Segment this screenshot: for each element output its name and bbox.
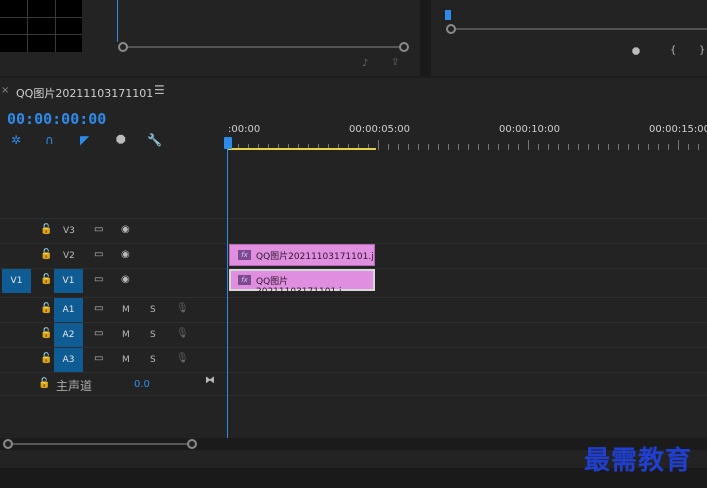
grid-line xyxy=(55,0,56,52)
ruler-label: :00:00 xyxy=(228,124,261,135)
time-ruler[interactable] xyxy=(228,140,707,152)
monitor-preview xyxy=(0,0,82,52)
playhead-line[interactable] xyxy=(227,140,228,438)
track-row-a1: 🔓 A1 ▭ M S 🎙 xyxy=(0,297,707,322)
track-name[interactable]: V3 xyxy=(63,226,75,236)
in-point-icon[interactable]: { xyxy=(670,45,676,56)
source-playhead[interactable] xyxy=(117,0,118,42)
track-row-a2: 🔓 A2 ▭ M S 🎙 xyxy=(0,322,707,347)
source-patch-label: V1 xyxy=(10,276,23,286)
track-name: A2 xyxy=(62,330,75,340)
linked-selection-icon[interactable]: ◤ xyxy=(80,133,89,147)
wrench-icon[interactable]: 🔧 xyxy=(147,133,162,147)
work-area-bar[interactable] xyxy=(228,148,376,150)
clip-v1[interactable]: fx QQ图片20211103171101.j xyxy=(229,269,375,297)
solo-button[interactable]: S xyxy=(150,355,156,365)
export-audio-icon[interactable]: ♪ xyxy=(362,58,368,69)
lock-icon[interactable]: 🔓 xyxy=(40,224,52,235)
track-name[interactable]: V2 xyxy=(63,251,75,261)
film-icon[interactable]: ▭ xyxy=(94,249,103,260)
eye-icon[interactable]: ◉ xyxy=(121,249,130,260)
mute-button[interactable]: M xyxy=(122,305,130,315)
timeline-scrollbar[interactable] xyxy=(8,443,192,445)
playhead-timecode[interactable]: 00:00:00:00 xyxy=(7,110,106,128)
scroll-handle-left[interactable] xyxy=(3,439,13,449)
film-icon[interactable]: ▭ xyxy=(94,303,103,314)
lock-icon[interactable]: 🔓 xyxy=(40,328,52,339)
marker-icon[interactable]: ⯃ xyxy=(632,47,640,58)
fx-icon[interactable]: fx xyxy=(238,250,251,260)
film-icon[interactable]: ▭ xyxy=(94,353,103,364)
watermark-logo: 最需教育 xyxy=(584,446,693,476)
ruler-label: 00:00:10:00 xyxy=(499,124,561,135)
solo-button[interactable]: S xyxy=(150,305,156,315)
close-icon[interactable]: × xyxy=(1,85,9,96)
clip-v2[interactable]: fx QQ图片20211103171101.j xyxy=(229,244,375,266)
mute-button[interactable]: M xyxy=(122,330,130,340)
mic-icon[interactable]: 🎙 xyxy=(176,353,189,364)
scroll-handle-right[interactable] xyxy=(399,42,409,52)
out-point-icon[interactable]: } xyxy=(699,45,705,56)
snap-icon[interactable]: ✲ xyxy=(11,133,21,147)
scroll-handle-right[interactable] xyxy=(187,439,197,449)
grid-line xyxy=(0,17,82,18)
mute-button[interactable]: M xyxy=(122,355,130,365)
program-playhead[interactable] xyxy=(445,10,451,20)
lock-icon[interactable]: 🔓 xyxy=(40,353,52,364)
master-volume-value[interactable]: 0.0 xyxy=(134,379,150,390)
track-target-a3[interactable]: A3 xyxy=(54,348,83,372)
scroll-handle-left[interactable] xyxy=(446,24,456,34)
track-name: A3 xyxy=(62,355,75,365)
fx-icon[interactable]: fx xyxy=(238,275,251,285)
track-row-v3: 🔓 V3 ▭ ◉ xyxy=(0,218,707,242)
panel-divider[interactable] xyxy=(420,0,431,76)
track-row-a3: 🔓 A3 ▭ M S 🎙 xyxy=(0,347,707,372)
program-scrollbar[interactable] xyxy=(451,28,707,30)
grid-line xyxy=(27,0,28,52)
hamburger-menu-icon[interactable]: ☰ xyxy=(154,83,165,97)
track-name: V1 xyxy=(62,276,75,286)
export-frame-icon[interactable]: ⇪ xyxy=(391,57,399,68)
lock-icon[interactable]: 🔓 xyxy=(38,378,50,389)
collapse-icon[interactable]: ⧓ xyxy=(205,375,215,386)
marker-icon[interactable]: ⯃ xyxy=(116,133,126,148)
solo-button[interactable]: S xyxy=(150,330,156,340)
eye-icon[interactable]: ◉ xyxy=(121,224,130,235)
source-patch-v1[interactable]: V1 xyxy=(2,269,31,293)
playhead-handle[interactable] xyxy=(224,137,232,149)
clip-label: QQ图片20211103171101.j xyxy=(256,277,342,297)
eye-icon[interactable]: ◉ xyxy=(121,274,130,285)
source-monitor-panel: ♪ ⇪ xyxy=(0,0,420,76)
track-target-a1[interactable]: A1 xyxy=(54,298,83,322)
grid-line xyxy=(0,34,82,35)
track-target-v1[interactable]: V1 xyxy=(54,269,83,293)
master-track-name: 主声道 xyxy=(56,379,93,393)
track-name: A1 xyxy=(62,305,75,315)
film-icon[interactable]: ▭ xyxy=(94,328,103,339)
track-row-master: 🔓 主声道 0.0 ⧓ xyxy=(0,372,707,396)
lock-icon[interactable]: 🔓 xyxy=(40,274,52,285)
ruler-label: 00:00:05:00 xyxy=(349,124,411,135)
magnet-icon[interactable]: ∩ xyxy=(45,133,54,147)
lock-icon[interactable]: 🔓 xyxy=(40,303,52,314)
mic-icon[interactable]: 🎙 xyxy=(176,328,189,339)
ruler-label: 00:00:15:00 xyxy=(649,124,707,135)
clip-label: QQ图片20211103171101.j xyxy=(256,252,374,262)
scroll-handle-left[interactable] xyxy=(118,42,128,52)
film-icon[interactable]: ▭ xyxy=(94,274,103,285)
mic-icon[interactable]: 🎙 xyxy=(176,303,189,314)
lock-icon[interactable]: 🔓 xyxy=(40,249,52,260)
film-icon[interactable]: ▭ xyxy=(94,224,103,235)
sequence-tab-title[interactable]: QQ图片20211103171101 xyxy=(16,85,153,101)
track-target-a2[interactable]: A2 xyxy=(54,323,83,347)
program-monitor-panel: ⯃ { } xyxy=(431,0,707,76)
source-scrollbar[interactable] xyxy=(120,46,405,48)
